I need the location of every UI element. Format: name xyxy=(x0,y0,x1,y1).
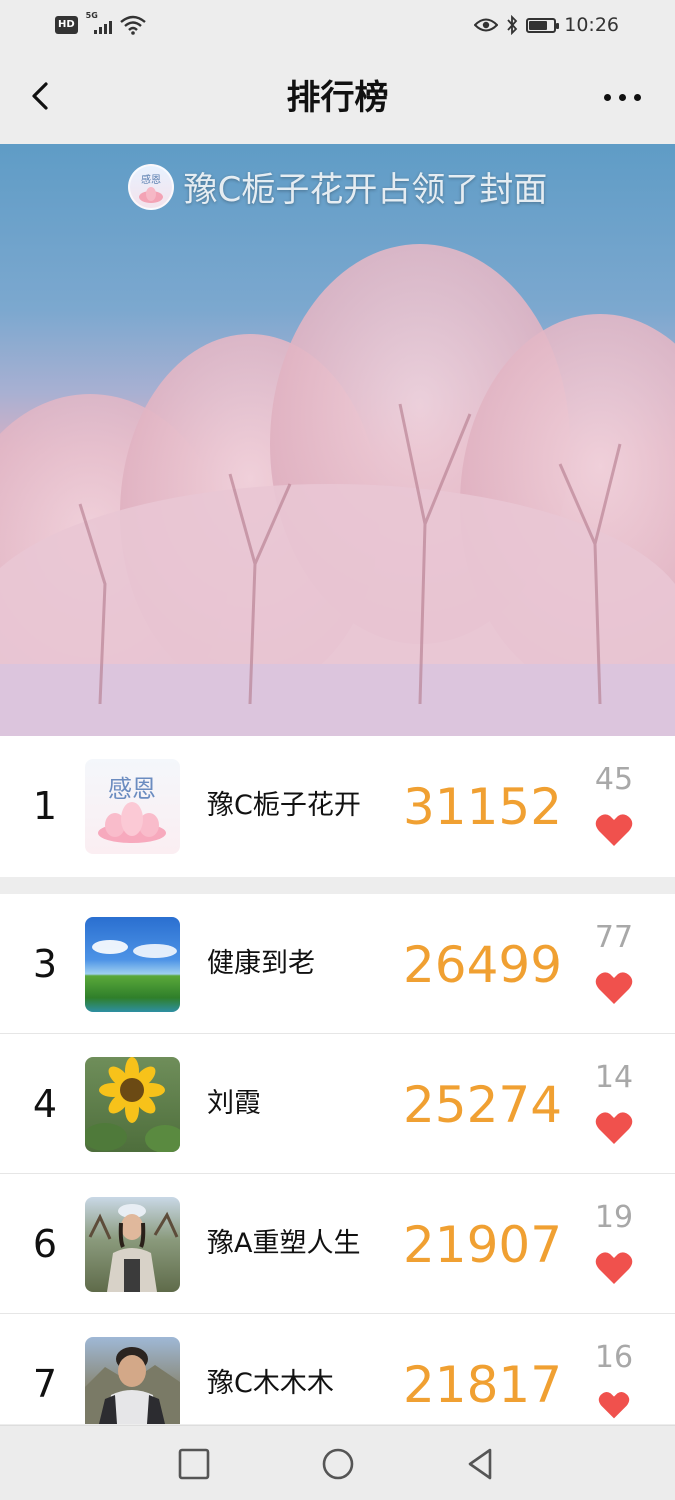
ranking-row-1[interactable]: 1 感恩 豫C栀子花开 31152 45 xyxy=(0,736,675,877)
heart-icon[interactable] xyxy=(595,1250,633,1286)
nav-bar: 排行榜 xyxy=(0,52,675,144)
battery-fill xyxy=(529,20,548,30)
cover-avatar-text: 感恩 xyxy=(141,173,161,186)
cover-banner-text: 豫C栀子花开占领了封面 xyxy=(183,170,548,210)
status-bar: HD 5G 10:26 xyxy=(0,0,675,52)
network-label: 5G xyxy=(85,11,98,20)
cover-avatar: 感恩 xyxy=(127,163,174,210)
like-count: 14 xyxy=(594,1060,634,1095)
avatar[interactable] xyxy=(85,1337,180,1424)
ranking-row-4[interactable]: 4 刘霞 25274 14 xyxy=(0,1034,675,1174)
signal-icon: 5G xyxy=(85,11,112,36)
status-time: 10:26 xyxy=(564,14,619,36)
rank-number: 3 xyxy=(32,942,58,986)
avatar[interactable] xyxy=(85,917,180,1012)
avatar[interactable]: 感恩 xyxy=(85,759,180,854)
avatar[interactable] xyxy=(85,1057,180,1152)
cover-image[interactable]: 感恩 豫C栀子花开占领了封面 xyxy=(0,144,675,736)
heart-icon[interactable] xyxy=(595,812,633,848)
ranking-row-7[interactable]: 7 豫C木木木 21817 16 xyxy=(0,1314,675,1424)
ranking-list: 1 感恩 豫C栀子花开 31152 45 3 健康到老 26499 77 4 刘… xyxy=(0,736,675,1424)
wifi-icon xyxy=(119,15,146,35)
ranking-row-3[interactable]: 3 健康到老 26499 77 xyxy=(0,894,675,1034)
user-name: 豫A重塑人生 xyxy=(207,1228,361,1259)
user-name: 刘霞 xyxy=(207,1088,261,1119)
sky-landscape-image xyxy=(92,940,177,958)
avatar[interactable] xyxy=(85,1197,180,1292)
lotus-avatar-image: 感恩 xyxy=(98,775,166,843)
step-count: 21907 xyxy=(403,1216,563,1274)
hd-badge: HD xyxy=(55,16,78,34)
step-count: 25274 xyxy=(403,1076,563,1134)
rank-number: 6 xyxy=(32,1222,58,1266)
like-count: 45 xyxy=(594,762,634,797)
lotus-icon: 感恩 xyxy=(138,173,163,203)
step-count: 31152 xyxy=(403,778,563,836)
person-portrait-image xyxy=(85,1347,180,1424)
like-count: 19 xyxy=(594,1200,634,1235)
bluetooth-icon xyxy=(507,15,518,35)
triangle-back-icon[interactable] xyxy=(462,1446,498,1482)
sunflower-image xyxy=(85,1057,180,1152)
like-count: 77 xyxy=(594,920,634,955)
page-title: 排行榜 xyxy=(286,78,389,118)
svg-text:感恩: 感恩 xyxy=(108,775,156,803)
cover-banner: 感恩 豫C栀子花开占领了封面 xyxy=(0,162,675,211)
heart-icon[interactable] xyxy=(595,1110,633,1146)
eye-icon xyxy=(474,18,499,32)
woman-outdoors-image xyxy=(88,1204,179,1292)
status-left: HD 5G xyxy=(55,11,146,36)
step-count: 26499 xyxy=(403,936,563,994)
section-gap xyxy=(0,877,675,894)
like-count: 16 xyxy=(594,1340,634,1375)
battery-icon xyxy=(526,17,560,33)
rank-number: 4 xyxy=(32,1082,58,1126)
square-icon[interactable] xyxy=(176,1446,212,1482)
more-dots-icon[interactable] xyxy=(597,82,647,112)
ranking-row-6[interactable]: 6 豫A重塑人生 21907 19 xyxy=(0,1174,675,1314)
circle-icon[interactable] xyxy=(320,1446,356,1482)
user-name: 健康到老 xyxy=(207,948,315,979)
heart-icon[interactable] xyxy=(595,1390,633,1420)
frosted-trees-illustration xyxy=(0,244,675,736)
heart-icon[interactable] xyxy=(595,970,633,1006)
user-name: 豫C栀子花开 xyxy=(207,790,361,821)
status-right: 10:26 xyxy=(474,12,619,38)
system-navigation-bar xyxy=(0,1425,675,1500)
rank-number: 1 xyxy=(32,784,58,828)
